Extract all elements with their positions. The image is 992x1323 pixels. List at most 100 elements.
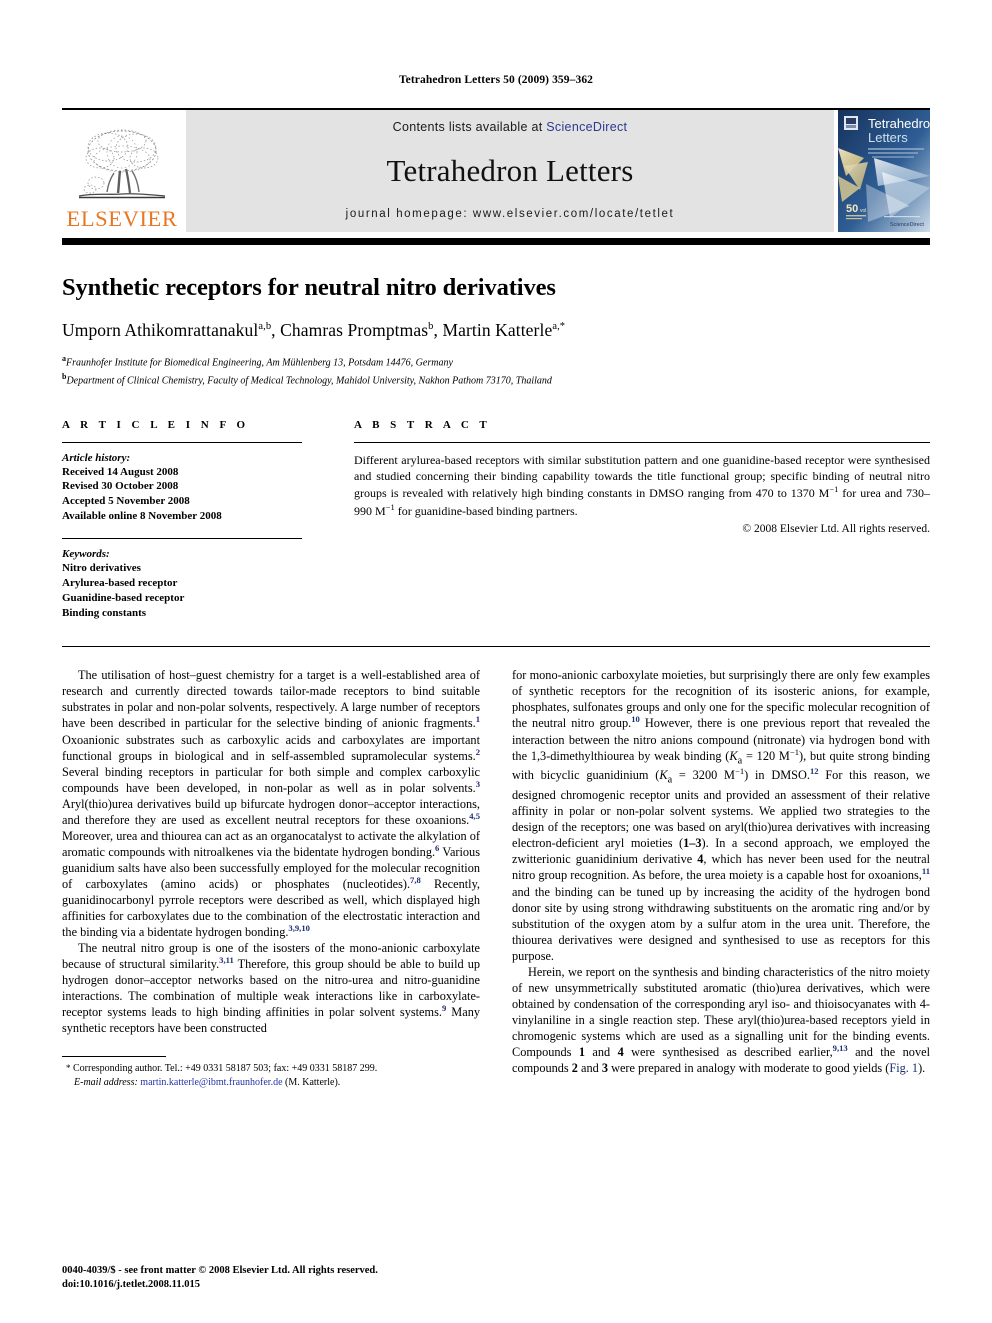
unit-exponent: −1: [734, 766, 745, 777]
citation-ref[interactable]: 10: [631, 714, 640, 724]
compound-label: 1–3: [683, 836, 702, 851]
citation-ref[interactable]: 9,13: [833, 1043, 848, 1053]
cover-image: Tetrahedron Letters 50 vol: [838, 110, 937, 232]
body-top-rule: [62, 646, 930, 648]
citation-ref[interactable]: 3,9,10: [288, 923, 309, 933]
citation-ref[interactable]: 12: [810, 766, 819, 776]
binding-constant-value: = 3200 M: [672, 768, 735, 783]
binding-constant-symbol: K: [729, 748, 738, 763]
history-accepted: Accepted 5 November 2008: [62, 495, 190, 508]
title-block: Synthetic receptors for neutral nitro de…: [62, 274, 930, 389]
abstract-part-3: for guanidine-based binding partners.: [394, 503, 578, 518]
keywords-rule: [62, 537, 302, 539]
svg-text:Letters: Letters: [868, 130, 908, 145]
affiliation-text: Fraunhofer Institute for Biomedical Engi…: [66, 357, 453, 369]
text-run: Moreover, urea and thiourea can act as a…: [62, 828, 480, 859]
citation-ref[interactable]: 3: [476, 779, 480, 789]
doi-line: doi:10.1016/j.tetlet.2008.11.015: [62, 1279, 200, 1291]
author-list: Umporn Athikomrattanakula,b, Chamras Pro…: [62, 319, 566, 340]
abstract-sup-2: −1: [385, 501, 395, 512]
binding-constant-symbol: K: [659, 768, 668, 783]
affiliation-item: bDepartment of Clinical Chemistry, Facul…: [62, 371, 930, 389]
text-run: Oxoanionic substrates such as carboxylic…: [62, 732, 480, 763]
keyword-item: Guanidine-based receptor: [62, 591, 185, 604]
journal-cover-thumbnail: Tetrahedron Letters 50 vol: [838, 110, 937, 232]
sciencedirect-link[interactable]: ScienceDirect: [546, 120, 627, 134]
svg-text:Tetrahedron: Tetrahedron: [868, 116, 930, 131]
citation-ref[interactable]: 2: [476, 746, 480, 756]
text-run: and: [577, 1061, 602, 1076]
author-affil-marker: b: [428, 321, 434, 333]
body-paragraph: The neutral nitro group is one of the is…: [62, 940, 480, 1036]
running-head: Tetrahedron Letters 50 (2009) 359–362: [398, 74, 594, 86]
author-affil-marker: a,*: [552, 321, 566, 333]
text-run: ) in DMSO.: [744, 768, 810, 783]
text-run: The utilisation of host–guest chemistry …: [62, 668, 480, 731]
history-received: Received 14 August 2008: [62, 465, 179, 478]
contents-lists-line: Contents lists available at ScienceDirec…: [393, 120, 628, 134]
header-thick-rule: [62, 238, 930, 245]
contents-prefix: Contents lists available at: [392, 120, 547, 134]
abstract-heading: A B S T R A C T: [354, 418, 491, 431]
citation-ref[interactable]: 1: [476, 714, 480, 724]
text-run: Aryl(thio)urea derivatives build up bifu…: [62, 796, 480, 827]
svg-text:50: 50: [846, 203, 858, 215]
keyword-item: Nitro derivatives: [62, 561, 141, 574]
affiliation-list: aFraunhofer Institute for Biomedical Eng…: [62, 353, 930, 389]
figure-reference-link[interactable]: Fig. 1: [889, 1061, 918, 1075]
text-run: and: [585, 1044, 618, 1059]
journal-header-band: ELSEVIER Contents lists available at Sci…: [62, 108, 937, 232]
abstract-column: A B S T R A C T Different arylurea-based…: [332, 419, 930, 621]
article-info-heading: A R T I C L E I N F O: [62, 418, 250, 431]
body-columns: The utilisation of host–guest chemistry …: [62, 667, 930, 1090]
body-paragraph: The utilisation of host–guest chemistry …: [62, 667, 480, 940]
article-info-rule: [62, 441, 302, 443]
affiliation-item: aFraunhofer Institute for Biomedical Eng…: [62, 353, 930, 371]
citation-ref[interactable]: 3,11: [219, 955, 234, 965]
abstract-copyright: © 2008 Elsevier Ltd. All rights reserved…: [742, 522, 930, 535]
citation-ref[interactable]: 4,5: [469, 811, 480, 821]
corresponding-author-footnote: * Corresponding author. Tel.: +49 0331 5…: [62, 1056, 480, 1090]
citation-ref[interactable]: 7,8: [410, 875, 421, 885]
author-name: Martin Katterle: [442, 319, 553, 340]
citation-ref[interactable]: 11: [922, 866, 930, 876]
elsevier-tree-icon: [78, 129, 166, 198]
page-title: Synthetic receptors for neutral nitro de…: [62, 274, 556, 301]
page-footer: 0040-4039/$ - see front matter © 2008 El…: [62, 1264, 378, 1293]
issn-copyright-line: 0040-4039/$ - see front matter © 2008 El…: [62, 1264, 378, 1276]
footnote-body: * Corresponding author. Tel.: +49 0331 5…: [62, 1062, 480, 1090]
text-run: Several binding receptors in particular …: [62, 764, 480, 795]
body-column-left: The utilisation of host–guest chemistry …: [62, 667, 496, 1090]
text-run: and the binding can be tuned up by incre…: [512, 884, 930, 963]
footnote-marker: *: [66, 1063, 71, 1074]
journal-header-center: Contents lists available at ScienceDirec…: [186, 110, 834, 232]
history-revised: Revised 30 October 2008: [62, 480, 179, 493]
body-paragraph: for mono-anionic carboxylate moieties, b…: [512, 667, 930, 963]
author-name: Umporn Athikomrattanakul: [62, 319, 259, 340]
journal-homepage-line[interactable]: journal homepage: www.elsevier.com/locat…: [346, 208, 675, 220]
keywords-label: Keywords:: [62, 547, 110, 560]
footnote-contact-text: Corresponding author. Tel.: +49 0331 581…: [73, 1063, 378, 1075]
text-run: were prepared in analogy with moderate t…: [608, 1061, 890, 1076]
unit-exponent: −1: [789, 746, 800, 757]
journal-article-page: Tetrahedron Letters 50 (2009) 359–362 EL…: [0, 0, 992, 1323]
affiliation-text: Department of Clinical Chemistry, Facult…: [66, 375, 552, 387]
email-owner: (M. Katterle).: [285, 1077, 341, 1089]
keyword-item: Binding constants: [62, 606, 147, 619]
svg-text:ScienceDirect: ScienceDirect: [890, 222, 924, 228]
binding-constant-value: = 120 M: [742, 748, 790, 763]
abstract-rule: [354, 441, 930, 443]
journal-title: Tetrahedron Letters: [386, 153, 634, 188]
svg-text:vol: vol: [860, 208, 866, 214]
article-history-label: Article history:: [62, 451, 131, 464]
footnote-rule: [62, 1056, 166, 1058]
author-affil-marker: a,b: [258, 321, 272, 333]
elsevier-logo: ELSEVIER: [62, 110, 182, 232]
body-column-right: for mono-anionic carboxylate moieties, b…: [496, 667, 930, 1090]
text-run: ).: [918, 1061, 926, 1076]
email-link[interactable]: martin.katterle@ibmt.fraunhofer.de: [140, 1077, 282, 1088]
keyword-item: Arylurea-based receptor: [62, 576, 178, 589]
body-paragraph: Herein, we report on the synthesis and b…: [512, 964, 930, 1076]
text-run: were synthesised as described earlier,: [623, 1044, 833, 1059]
abstract-text: Different arylurea-based receptors with …: [354, 452, 930, 519]
